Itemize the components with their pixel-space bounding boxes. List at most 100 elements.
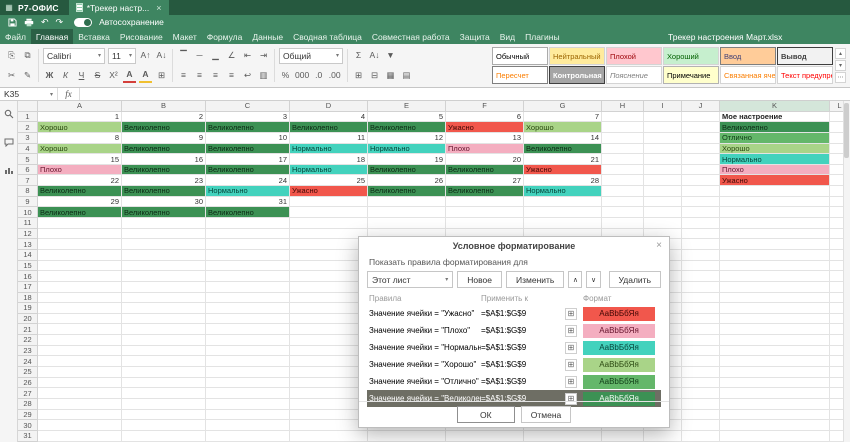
font-size-select[interactable]: 11 ▾ — [108, 48, 136, 64]
grid-cell[interactable] — [682, 293, 720, 304]
grid-cell[interactable] — [720, 229, 830, 240]
grid-cell[interactable] — [290, 346, 368, 357]
grid-cell[interactable] — [720, 207, 830, 218]
grid-cell[interactable] — [720, 239, 830, 250]
grid-cell[interactable] — [682, 207, 720, 218]
grid-cell[interactable] — [122, 314, 206, 325]
grid-cell[interactable] — [682, 186, 720, 197]
save-button[interactable] — [8, 18, 17, 27]
grid-cell[interactable]: Великолепно — [38, 207, 122, 218]
grid-cell[interactable] — [290, 356, 368, 367]
italic-button[interactable]: К — [59, 68, 72, 84]
grid-cell[interactable] — [38, 229, 122, 240]
strikethrough-button[interactable]: S — [91, 68, 104, 84]
grid-cell[interactable]: Отлично — [720, 133, 830, 144]
grid-cell[interactable] — [682, 410, 720, 421]
grid-cell[interactable]: 7 — [524, 112, 602, 123]
grid-cell[interactable] — [682, 133, 720, 144]
align-top-button[interactable]: ▔ — [177, 48, 190, 64]
grid-cell[interactable] — [206, 282, 290, 293]
grid-cell[interactable]: 11 — [290, 133, 368, 144]
grid-cell[interactable] — [720, 303, 830, 314]
align-left-button[interactable]: ≡ — [177, 68, 190, 84]
font-name-select[interactable]: Calibri ▾ — [43, 48, 105, 64]
menu-tab-9[interactable]: Защита — [455, 29, 495, 44]
orientation-button[interactable]: ∠ — [225, 48, 238, 64]
delete-rule-button[interactable]: Удалить — [609, 271, 661, 288]
grid-cell[interactable]: Нормально — [524, 186, 602, 197]
grid-cell[interactable] — [644, 165, 682, 176]
grid-cell[interactable]: 8 — [38, 133, 122, 144]
grid-cell[interactable] — [38, 431, 122, 442]
column-header-J[interactable]: J — [682, 101, 720, 112]
grid-cell[interactable] — [682, 154, 720, 165]
grid-cell[interactable] — [644, 175, 682, 186]
grid-cell[interactable] — [38, 410, 122, 421]
cell-style-3[interactable]: Хороший — [663, 47, 719, 65]
grid-cell[interactable] — [122, 293, 206, 304]
undo-button[interactable]: ↶ — [41, 18, 49, 27]
wrap-text-button[interactable]: ↩ — [241, 68, 254, 84]
grid-cell[interactable] — [38, 261, 122, 272]
grid-cell[interactable] — [602, 165, 644, 176]
row-header-19[interactable]: 19 — [18, 303, 38, 314]
grid-cell[interactable]: Ужасно — [446, 122, 524, 133]
grid-cell[interactable] — [122, 431, 206, 442]
conditional-formatting-button[interactable]: ▦ — [384, 68, 397, 84]
row-header-15[interactable]: 15 — [18, 261, 38, 272]
grid-cell[interactable] — [682, 420, 720, 431]
grid-cell[interactable] — [206, 367, 290, 378]
grid-cell[interactable]: Великолепно — [122, 207, 206, 218]
scrollbar-thumb[interactable] — [844, 103, 849, 158]
grid-cell[interactable] — [682, 239, 720, 250]
delete-cells-button[interactable]: ⊟ — [368, 68, 381, 84]
grid-cell[interactable] — [206, 303, 290, 314]
grid-cell[interactable] — [206, 229, 290, 240]
grid-cell[interactable] — [602, 175, 644, 186]
grid-cell[interactable] — [122, 410, 206, 421]
align-justify-button[interactable]: ≡ — [225, 68, 238, 84]
grid-cell[interactable]: 15 — [38, 154, 122, 165]
dialog-close-icon[interactable]: × — [656, 240, 662, 251]
row-header-14[interactable]: 14 — [18, 250, 38, 261]
grid-cell[interactable] — [206, 378, 290, 389]
grid-cell[interactable]: 17 — [206, 154, 290, 165]
rule-row-4[interactable]: Значение ячейки = "Отлично"=$A$1:$G$9⊞Аа… — [367, 373, 661, 390]
grid-cell[interactable] — [290, 367, 368, 378]
grid-cell[interactable] — [644, 112, 682, 123]
row-header-30[interactable]: 30 — [18, 420, 38, 431]
grid-cell[interactable] — [122, 239, 206, 250]
row-header-25[interactable]: 25 — [18, 367, 38, 378]
grid-cell[interactable] — [602, 144, 644, 155]
grid-cell[interactable] — [206, 388, 290, 399]
percent-style-button[interactable]: % — [279, 68, 292, 84]
insert-cells-button[interactable]: ⊞ — [352, 68, 365, 84]
grid-cell[interactable]: Великолепно — [38, 186, 122, 197]
grid-cell[interactable] — [720, 367, 830, 378]
select-range-button[interactable]: ⊞ — [565, 342, 577, 354]
row-header-3[interactable]: 3 — [18, 133, 38, 144]
grid-cell[interactable] — [38, 218, 122, 229]
select-range-button[interactable]: ⊞ — [565, 308, 577, 320]
grid-cell[interactable]: 27 — [446, 175, 524, 186]
grid-cell[interactable] — [290, 388, 368, 399]
row-header-12[interactable]: 12 — [18, 229, 38, 240]
grid-cell[interactable] — [644, 154, 682, 165]
column-header-I[interactable]: I — [644, 101, 682, 112]
grid-cell[interactable] — [446, 207, 524, 218]
grid-cell[interactable] — [122, 324, 206, 335]
grid-cell[interactable]: 31 — [206, 197, 290, 208]
row-header-31[interactable]: 31 — [18, 431, 38, 442]
autosum-button[interactable]: Σ — [352, 48, 365, 64]
grid-cell[interactable] — [682, 388, 720, 399]
row-header-27[interactable]: 27 — [18, 388, 38, 399]
grid-cell[interactable] — [122, 399, 206, 410]
grid-cell[interactable] — [682, 367, 720, 378]
column-header-K[interactable]: K — [720, 101, 830, 112]
grid-cell[interactable] — [720, 197, 830, 208]
grid-cell[interactable] — [446, 197, 524, 208]
grid-cell[interactable]: Мое настроение — [720, 112, 830, 123]
row-header-23[interactable]: 23 — [18, 346, 38, 357]
column-header-F[interactable]: F — [446, 101, 524, 112]
grid-cell[interactable] — [122, 335, 206, 346]
